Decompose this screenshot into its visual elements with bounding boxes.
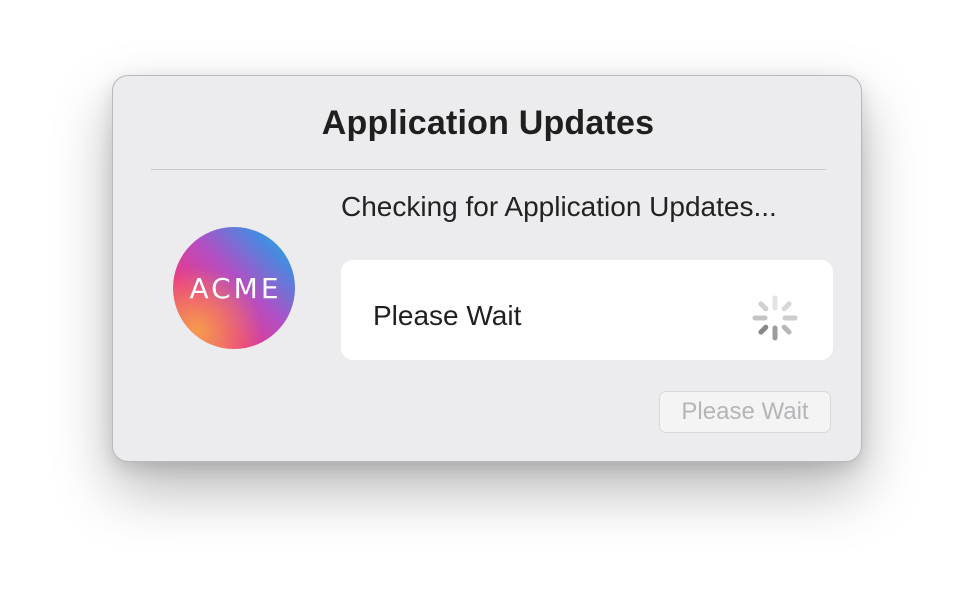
desktop-background: Application Updates ACME Checking for Ap… [0,0,974,610]
progress-label: Please Wait [373,300,522,331]
logo-text: ACME [189,271,282,305]
spinner-icon [752,295,798,341]
please-wait-button[interactable]: Please Wait [659,391,831,433]
title-divider [151,169,826,170]
progress-panel: Please Wait [341,260,833,360]
acme-logo: ACME [173,227,295,349]
dialog-title: Application Updates [321,104,655,142]
update-dialog: Application Updates ACME Checking for Ap… [112,75,862,462]
status-message: Checking for Application Updates... [341,191,777,222]
